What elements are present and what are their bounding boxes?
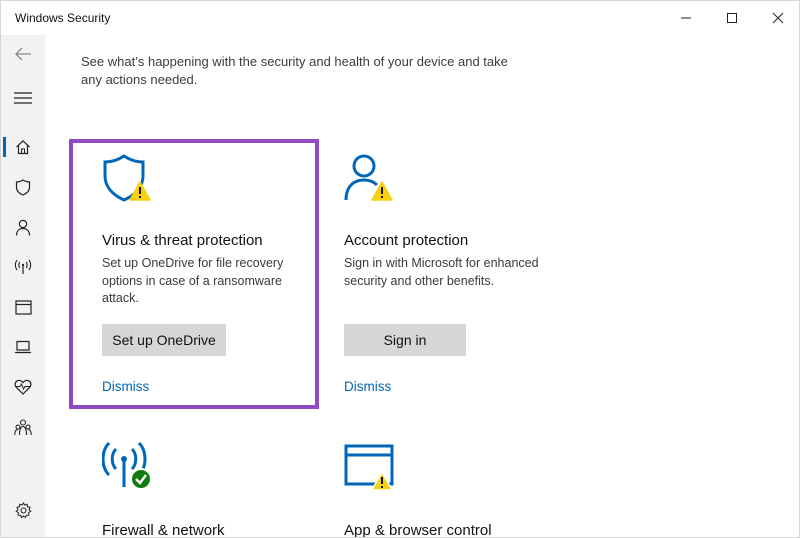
sidebar-item-virus-threat-protection[interactable] xyxy=(1,168,45,206)
card-firewall-network-protection: Firewall & network xyxy=(101,441,338,538)
gear-icon xyxy=(14,501,32,518)
home-icon xyxy=(16,139,30,155)
window-title: Windows Security xyxy=(15,11,111,25)
minimize-icon xyxy=(681,17,691,19)
browser-window-icon xyxy=(14,299,32,315)
wifi-signal-icon xyxy=(14,259,32,274)
card-app-browser-control: App & browser control xyxy=(344,441,580,538)
close-icon xyxy=(772,12,784,24)
sidebar-item-firewall-network-protection[interactable] xyxy=(1,248,45,286)
card-title: App & browser control xyxy=(344,522,492,538)
laptop-icon xyxy=(15,340,31,354)
card-description: Sign in with Microsoft for enhanced secu… xyxy=(344,256,539,288)
back-button[interactable] xyxy=(1,35,45,73)
highlight-frame xyxy=(69,139,319,409)
back-arrow-icon xyxy=(15,47,31,61)
sidebar-item-device-performance-health[interactable] xyxy=(1,368,45,406)
sidebar-item-account-protection[interactable] xyxy=(1,208,45,246)
card-title: Firewall & network xyxy=(102,522,225,538)
card-account-protection: Account protection Sign in with Microsof… xyxy=(344,151,580,394)
windows-security-window: Windows Security See what’s happening wi… xyxy=(0,0,800,538)
heart-pulse-icon xyxy=(14,379,32,395)
sidebar-item-settings[interactable] xyxy=(1,491,45,529)
shield-icon xyxy=(15,178,31,196)
sidebar xyxy=(1,35,45,537)
dismiss-link[interactable]: Dismiss xyxy=(344,379,391,394)
sign-in-button[interactable]: Sign in xyxy=(344,324,466,356)
card-title: Account protection xyxy=(344,232,469,249)
maximize-button[interactable] xyxy=(709,1,755,35)
wifi-check-icon xyxy=(101,441,158,497)
close-button[interactable] xyxy=(755,1,799,35)
intro-text: See what’s happening with the security a… xyxy=(81,54,508,87)
browser-warning-icon xyxy=(344,441,400,497)
sidebar-item-family-options[interactable] xyxy=(1,408,45,446)
family-icon xyxy=(14,418,32,435)
minimize-button[interactable] xyxy=(663,1,709,35)
person-warning-icon xyxy=(344,151,400,207)
sidebar-item-device-security[interactable] xyxy=(1,328,45,366)
sidebar-item-home[interactable] xyxy=(1,128,45,166)
maximize-icon xyxy=(727,13,737,23)
menu-button[interactable] xyxy=(1,79,45,117)
title-bar: Windows Security xyxy=(1,1,799,35)
sidebar-item-app-browser-control[interactable] xyxy=(1,288,45,326)
hamburger-menu-icon xyxy=(14,92,32,104)
person-icon xyxy=(15,219,31,236)
